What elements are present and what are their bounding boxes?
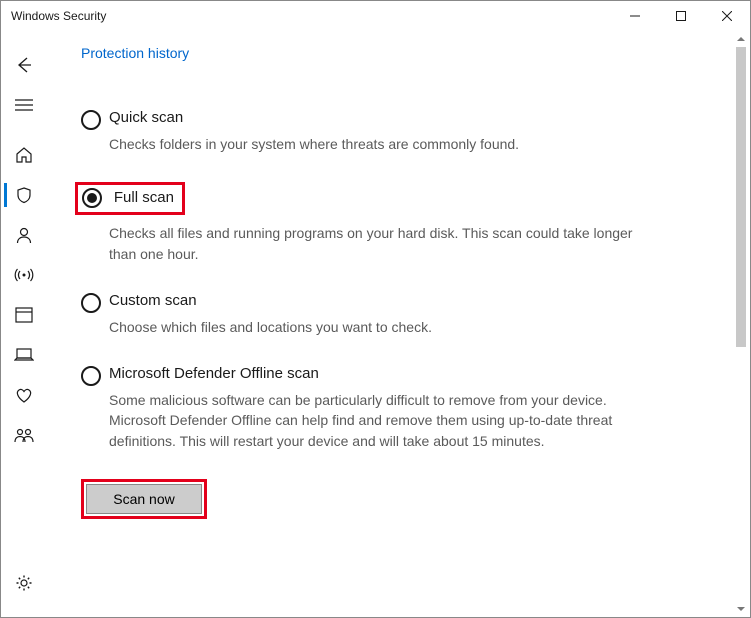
highlight-box: Full scan: [75, 182, 185, 215]
minimize-button[interactable]: [612, 1, 658, 31]
radio-offline-scan[interactable]: [81, 366, 101, 386]
sidebar-item-device-health[interactable]: [4, 375, 44, 415]
radio-full-scan[interactable]: [82, 188, 102, 208]
action-row: Scan now: [81, 479, 641, 519]
titlebar: Windows Security: [1, 1, 750, 31]
sidebar-item-app-browser[interactable]: [4, 295, 44, 335]
sidebar-item-firewall[interactable]: [4, 255, 44, 295]
heart-icon: [15, 387, 33, 403]
signal-icon: [14, 266, 34, 284]
option-offline-scan[interactable]: Microsoft Defender Offline scan Some mal…: [81, 365, 641, 451]
scrollbar[interactable]: [734, 33, 748, 615]
sidebar-item-settings[interactable]: [4, 563, 44, 603]
laptop-icon: [14, 347, 34, 363]
sidebar-item-account-protection[interactable]: [4, 215, 44, 255]
radio-quick-scan[interactable]: [81, 110, 101, 130]
option-title: Full scan: [114, 189, 174, 206]
sidebar-item-device-security[interactable]: [4, 335, 44, 375]
minimize-icon: [630, 11, 640, 21]
person-icon: [15, 226, 33, 244]
scan-options: Quick scan Checks folders in your system…: [81, 109, 641, 519]
window-controls: [612, 1, 750, 31]
main-content: Protection history Quick scan Checks fol…: [47, 31, 750, 617]
highlight-box: Scan now: [81, 479, 207, 519]
option-description: Some malicious software can be particula…: [109, 390, 641, 451]
scrollbar-thumb[interactable]: [736, 47, 746, 347]
shield-icon: [15, 186, 33, 204]
window-title: Windows Security: [11, 9, 612, 23]
app-body: Protection history Quick scan Checks fol…: [1, 31, 750, 617]
radio-custom-scan[interactable]: [81, 293, 101, 313]
scan-now-button[interactable]: Scan now: [86, 484, 202, 514]
option-custom-scan[interactable]: Custom scan Choose which files and locat…: [81, 292, 641, 337]
option-description: Checks all files and running programs on…: [109, 223, 641, 264]
close-icon: [722, 11, 732, 21]
hamburger-icon: [15, 98, 33, 112]
option-full-scan[interactable]: Full scan Checks all files and running p…: [81, 182, 641, 264]
menu-button[interactable]: [4, 85, 44, 125]
home-icon: [15, 146, 33, 164]
option-quick-scan[interactable]: Quick scan Checks folders in your system…: [81, 109, 641, 154]
maximize-button[interactable]: [658, 1, 704, 31]
back-button[interactable]: [4, 45, 44, 85]
sidebar: [1, 31, 47, 617]
sidebar-item-virus-protection[interactable]: [4, 175, 44, 215]
option-title: Microsoft Defender Offline scan: [109, 365, 641, 382]
app-window: Windows Security: [0, 0, 751, 618]
gear-icon: [15, 574, 33, 592]
sidebar-item-family[interactable]: [4, 415, 44, 455]
option-description: Choose which files and locations you wan…: [109, 317, 641, 337]
protection-history-link[interactable]: Protection history: [81, 31, 189, 69]
maximize-icon: [676, 11, 686, 21]
people-icon: [14, 427, 34, 443]
close-button[interactable]: [704, 1, 750, 31]
option-title: Custom scan: [109, 292, 641, 309]
option-description: Checks folders in your system where thre…: [109, 134, 641, 154]
option-title: Quick scan: [109, 109, 641, 126]
window-icon: [15, 307, 33, 323]
back-arrow-icon: [15, 56, 33, 74]
sidebar-item-home[interactable]: [4, 135, 44, 175]
